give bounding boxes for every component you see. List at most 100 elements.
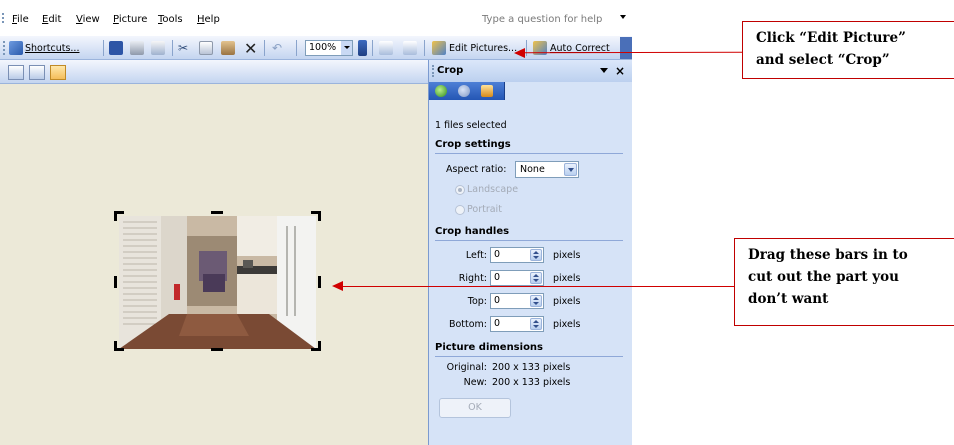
zoom-slider-button[interactable] xyxy=(358,40,367,56)
drag-bars-callout: Drag these bars in to cut out the part y… xyxy=(734,238,954,326)
rotate-right-icon xyxy=(403,41,417,55)
callout-line: and select “Crop” xyxy=(756,52,890,68)
crop-handle-top-right[interactable] xyxy=(318,211,321,221)
left-unit: pixels xyxy=(553,250,581,261)
copy-button[interactable] xyxy=(199,40,213,56)
task-pane-grip[interactable] xyxy=(432,65,434,77)
help-question-input[interactable]: Type a question for help xyxy=(412,10,617,29)
menu-help[interactable]: Help xyxy=(197,14,220,25)
top-label: Top: xyxy=(467,296,487,307)
landscape-radio[interactable] xyxy=(455,185,465,195)
paste-button[interactable] xyxy=(221,40,235,56)
printer-icon xyxy=(130,41,144,55)
shortcuts-icon xyxy=(9,41,23,55)
forward-icon[interactable] xyxy=(458,85,470,97)
right-unit: pixels xyxy=(553,273,581,284)
spinner-icon[interactable] xyxy=(530,272,542,284)
filmstrip-view-button[interactable] xyxy=(29,65,45,80)
toolbar-grip[interactable] xyxy=(3,41,5,55)
crop-handle-right[interactable] xyxy=(318,276,321,288)
annotation-arrow-head xyxy=(514,48,525,58)
spinner-icon[interactable] xyxy=(530,295,542,307)
print-button[interactable] xyxy=(130,40,144,56)
task-pane-body: 1 files selected Crop settings Aspect ra… xyxy=(429,100,632,445)
portrait-radio[interactable] xyxy=(455,205,465,215)
zoom-select[interactable]: 100% xyxy=(305,40,353,56)
menu-view[interactable]: View xyxy=(76,14,100,25)
edit-picture-callout: Click “Edit Picture” and select “Crop” xyxy=(742,21,954,79)
ok-button[interactable]: OK xyxy=(439,398,511,418)
top-unit: pixels xyxy=(553,296,581,307)
undo-button[interactable]: ↶ xyxy=(272,40,282,56)
close-icon[interactable]: × xyxy=(615,64,625,78)
aspect-ratio-select[interactable]: None xyxy=(515,161,579,178)
edit-pictures-label: Edit Pictures... xyxy=(449,42,518,54)
zoom-dropdown-icon[interactable] xyxy=(341,41,352,55)
toolbar-overflow-button[interactable] xyxy=(620,37,632,59)
export-button[interactable] xyxy=(151,40,165,56)
menu-edit[interactable]: Edit xyxy=(42,14,61,25)
top-pixels-stepper[interactable]: 0 xyxy=(490,293,544,309)
undo-icon: ↶ xyxy=(272,41,283,55)
back-icon[interactable] xyxy=(435,85,447,97)
kitchen-photo xyxy=(119,216,316,349)
single-picture-view-button[interactable] xyxy=(50,65,66,80)
toolbar-separator xyxy=(103,40,104,56)
export-icon xyxy=(151,41,165,55)
aspect-ratio-dropdown-icon[interactable] xyxy=(564,163,577,176)
rotate-right-button[interactable] xyxy=(403,40,417,56)
task-pane-navigation xyxy=(429,82,505,100)
toolbar-separator xyxy=(526,40,527,56)
toolbar-separator xyxy=(296,40,297,56)
shortcuts-label: Shortcuts... xyxy=(25,42,80,54)
spinner-icon[interactable] xyxy=(530,249,542,261)
callout-line: Click “Edit Picture” xyxy=(756,30,906,46)
files-selected-text: 1 files selected xyxy=(435,120,507,131)
crop-handle-top[interactable] xyxy=(211,211,223,214)
right-label: Right: xyxy=(458,273,487,284)
toolbar-separator xyxy=(264,40,265,56)
auto-correct-button[interactable]: Auto Correct xyxy=(533,40,610,56)
save-button[interactable] xyxy=(109,40,123,56)
crop-handle-bottom[interactable] xyxy=(211,348,223,351)
spinner-icon[interactable] xyxy=(530,318,542,330)
aspect-ratio-value: None xyxy=(520,164,545,175)
annotation-arrow-line xyxy=(521,51,743,54)
callout-line: Drag these bars in to xyxy=(748,247,908,263)
top-pixels-value: 0 xyxy=(494,295,501,306)
task-pane-title: Crop xyxy=(437,65,464,76)
left-pixels-stepper[interactable]: 0 xyxy=(490,247,544,263)
menu-bar: File Edit View Picture Tools Help Type a… xyxy=(0,0,632,36)
right-pixels-value: 0 xyxy=(494,272,501,283)
edit-pictures-button[interactable]: Edit Pictures... xyxy=(432,40,517,56)
shortcuts-button[interactable]: Shortcuts... xyxy=(9,40,79,56)
zoom-value: 100% xyxy=(309,42,337,53)
left-label: Left: xyxy=(465,250,487,261)
task-pane-header: Crop × xyxy=(429,60,632,82)
thumbnail-view-button[interactable] xyxy=(8,65,24,80)
crop-handle-bottom-left[interactable] xyxy=(114,341,117,351)
help-dropdown-icon[interactable] xyxy=(620,15,626,19)
original-dimensions-value: 200 x 133 pixels xyxy=(492,362,571,373)
crop-handle-left[interactable] xyxy=(114,276,117,288)
kitchen-photo-drawing xyxy=(119,216,316,349)
right-pixels-stepper[interactable]: 0 xyxy=(490,270,544,286)
delete-x-icon: ✕ xyxy=(244,38,258,58)
cut-button[interactable]: ✂ xyxy=(178,40,188,56)
rotate-left-button[interactable] xyxy=(379,40,393,56)
menu-picture[interactable]: Picture xyxy=(113,14,147,25)
menu-grip[interactable] xyxy=(2,13,4,23)
picture-canvas xyxy=(0,85,428,445)
crop-handle-top-left[interactable] xyxy=(114,211,117,221)
bottom-pixels-stepper[interactable]: 0 xyxy=(490,316,544,332)
home-icon[interactable] xyxy=(481,85,493,97)
new-label: New: xyxy=(463,377,487,388)
menu-file[interactable]: File xyxy=(12,14,29,25)
crop-handle-bottom-right[interactable] xyxy=(318,341,321,351)
picture-dimensions-heading: Picture dimensions xyxy=(435,342,544,353)
delete-button[interactable]: ✕ xyxy=(244,38,258,58)
chevron-down-icon[interactable] xyxy=(600,68,608,73)
menu-tools[interactable]: Tools xyxy=(158,14,183,25)
standard-toolbar: Shortcuts... ✂ ✕ ↶ 100% Edit Pictures...… xyxy=(0,36,632,60)
save-icon xyxy=(109,41,123,55)
